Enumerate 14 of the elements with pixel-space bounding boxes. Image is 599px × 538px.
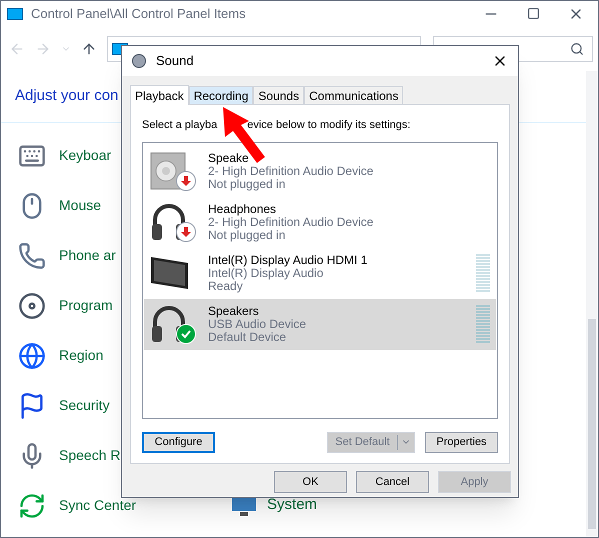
dialog-title: Sound	[156, 52, 194, 70]
device-status: Default Device	[208, 330, 288, 344]
device-description: USB Audio Device	[208, 318, 306, 330]
window-title: Control Panel\All Control Panel Items	[31, 5, 246, 24]
device-name: Speakers	[208, 304, 260, 318]
device-status: Not plugged in	[208, 178, 286, 190]
device-description: Intel(R) Display Audio	[208, 266, 324, 280]
device-status: Ready	[208, 280, 243, 292]
device-name: Speake	[208, 152, 250, 164]
device-name: Intel(R) Display Audio HDMI 1	[208, 254, 368, 266]
device-status: Not plugged in	[208, 228, 286, 242]
device-name: Headphones	[208, 202, 278, 216]
device-description: 2- High Definition Audio Device	[208, 216, 374, 228]
device-description: 2- High Definition Audio Device	[208, 164, 374, 178]
